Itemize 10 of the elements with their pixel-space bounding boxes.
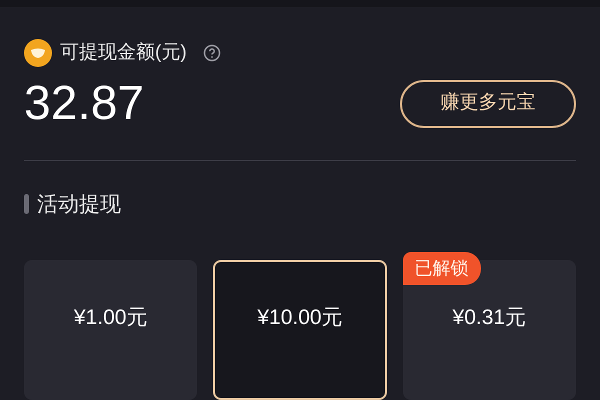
balance-amount: 32.87: [24, 80, 144, 128]
unlocked-badge: 已解锁: [402, 252, 481, 285]
balance-label: 可提现金额(元): [60, 41, 187, 65]
coin-icon: [24, 39, 52, 68]
section-title: 活动提现: [37, 192, 121, 218]
section-marker: [24, 194, 29, 214]
amount-option[interactable]: ¥10.00元: [213, 260, 387, 400]
earn-more-button[interactable]: 赚更多元宝: [400, 80, 576, 128]
help-icon[interactable]: [202, 44, 221, 62]
amount-option[interactable]: ¥1.00元: [24, 260, 198, 400]
